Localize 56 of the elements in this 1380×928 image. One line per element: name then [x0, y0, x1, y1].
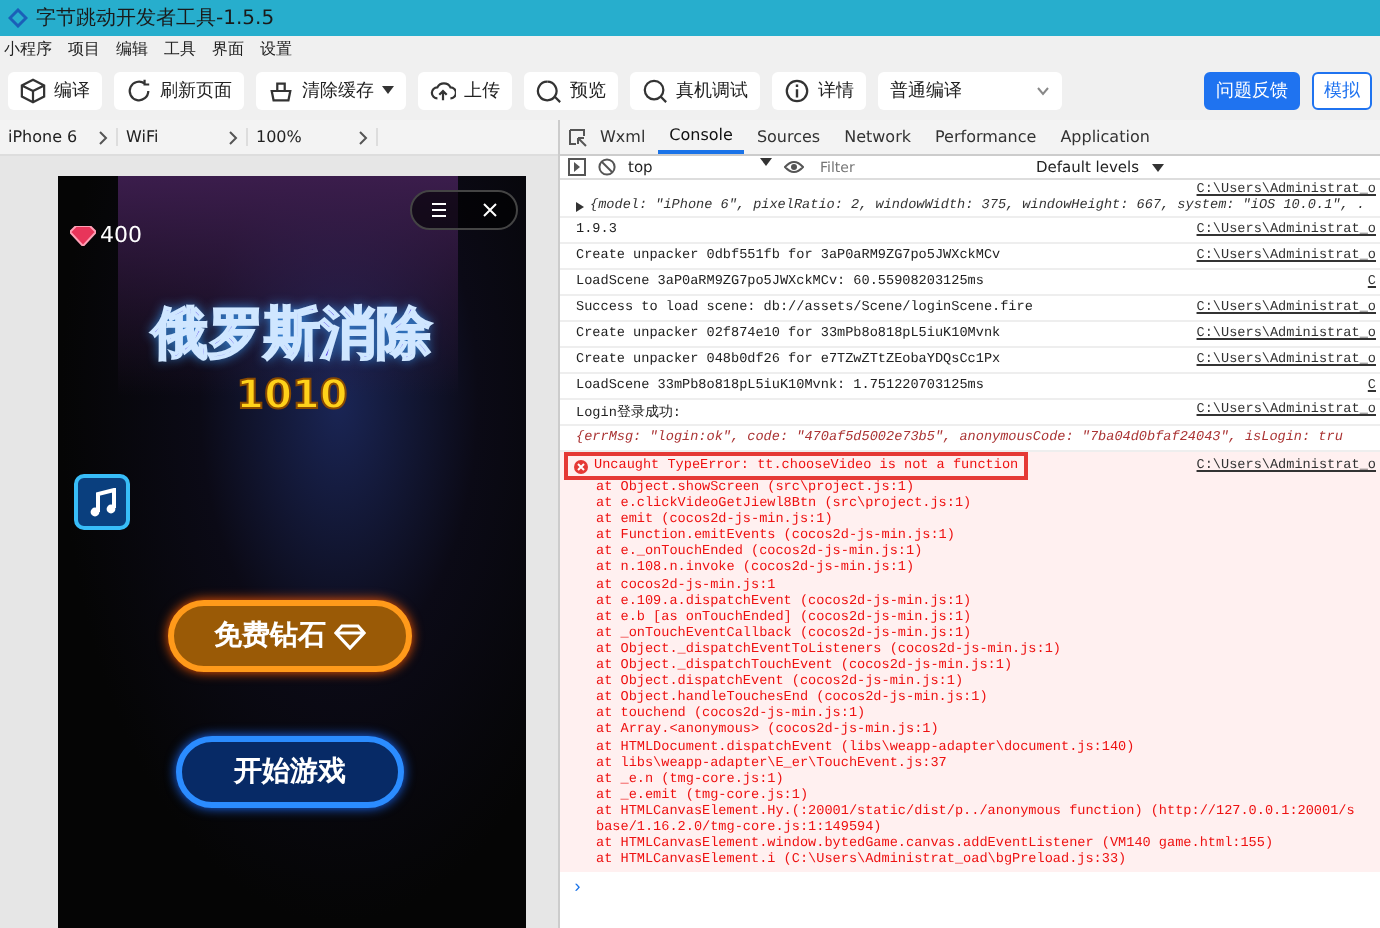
devtools-tab[interactable]: Performance	[923, 120, 1049, 154]
game-subtitle: 1010	[234, 370, 350, 418]
devtools-tab[interactable]: Sources	[744, 120, 833, 154]
sidebar-toggle-icon[interactable]	[568, 158, 586, 176]
devtools-tab[interactable]: Network	[832, 120, 923, 154]
menu-item[interactable]: 界面	[212, 37, 244, 59]
toolbar-button[interactable]: 预览	[524, 71, 618, 109]
caret-icon	[382, 86, 394, 94]
toolbar-button[interactable]: 编译	[8, 71, 102, 109]
eye-icon[interactable]	[784, 160, 804, 174]
menu-item[interactable]: 设置	[260, 37, 292, 59]
refresh-icon	[126, 77, 152, 103]
gem-count: 400	[100, 222, 142, 248]
console-prompt[interactable]: ›	[560, 872, 1380, 905]
toolbar-button[interactable]: 详情	[772, 71, 866, 109]
menu-item[interactable]: 项目	[68, 37, 100, 59]
error-icon	[574, 459, 588, 473]
menu-item[interactable]: 工具	[164, 37, 196, 59]
device-setting[interactable]: iPhone 6	[0, 128, 118, 146]
preview-icon	[536, 77, 562, 103]
toolbar-button[interactable]: 刷新页面	[114, 71, 244, 109]
app-logo-icon	[8, 8, 28, 28]
chevron-down-icon	[1036, 85, 1050, 95]
window-title: 字节跳动开发者工具-1.5.5	[36, 5, 275, 32]
diamond-icon	[334, 623, 366, 649]
menu-icon[interactable]	[429, 202, 448, 218]
compile-icon	[20, 77, 46, 103]
devtools-tab[interactable]: Console	[657, 120, 745, 154]
compile-mode-dropdown[interactable]: 普通编译	[878, 71, 1062, 109]
chevron-icon	[228, 129, 238, 145]
music-note-icon	[87, 487, 117, 517]
action-button[interactable]: 问题反馈	[1204, 71, 1300, 109]
device-setting[interactable]: WiFi	[118, 128, 248, 146]
chevron-icon	[358, 129, 368, 145]
gem-icon	[70, 225, 96, 245]
devtools-tab[interactable]: Application	[1048, 120, 1162, 154]
caret-icon	[1151, 163, 1164, 171]
action-button[interactable]: 模拟	[1312, 71, 1372, 109]
toolbar-button[interactable]: 清除缓存	[256, 71, 406, 109]
info-icon	[784, 77, 810, 103]
music-button[interactable]	[74, 474, 130, 530]
close-icon[interactable]	[482, 202, 499, 218]
menu-item[interactable]: 编辑	[116, 37, 148, 59]
toolbar-button[interactable]: 上传	[418, 71, 512, 109]
game-title: 俄罗斯消除	[148, 298, 434, 370]
device-setting[interactable]: 100%	[248, 128, 378, 146]
expand-triangle-icon[interactable]	[576, 201, 584, 211]
start-game-button[interactable]: 开始游戏	[176, 736, 404, 808]
free-diamonds-button[interactable]: 免费钻石	[168, 600, 412, 672]
menu-item[interactable]: 小程序	[4, 37, 52, 59]
upload-icon	[430, 77, 456, 103]
toolbar-button[interactable]: 真机调试	[630, 71, 760, 109]
chevron-icon	[98, 129, 108, 145]
element-picker-icon[interactable]	[568, 127, 588, 147]
devtools-tab[interactable]: Wxml	[588, 120, 658, 154]
clear-console-icon[interactable]	[598, 158, 616, 176]
